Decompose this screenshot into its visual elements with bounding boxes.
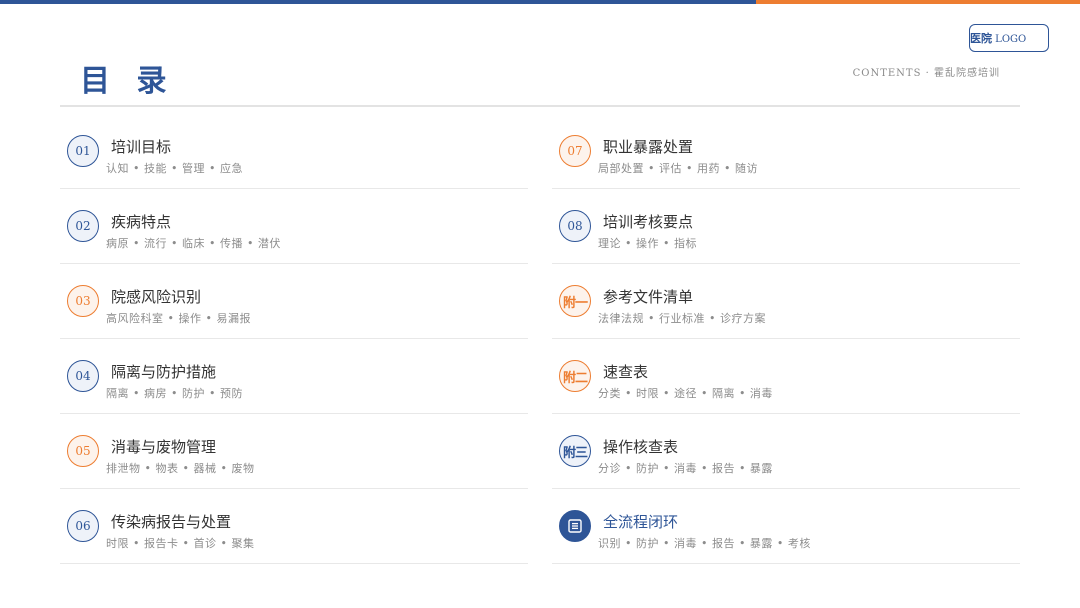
toc-item-07[interactable]: 07 职业暴露处置 局部处置 • 评估 • 用药 • 随访 xyxy=(552,114,1020,189)
top-accent-bar-orange xyxy=(756,0,1080,4)
logo-text: 医院 LOGO xyxy=(970,30,1026,46)
toc-item-06[interactable]: 06 传染病报告与处置 时限 • 报告卡 • 首诊 • 聚集 xyxy=(60,489,528,564)
toc-item-title: 培训目标 xyxy=(111,138,172,156)
toc-item-tags: 隔离 • 病房 • 防护 • 预防 xyxy=(106,387,243,400)
page-subtitle: CONTENTS · 霍乱院感培训 xyxy=(852,68,1000,79)
logo-en: LOGO xyxy=(992,34,1027,45)
toc-number-badge: 附三 xyxy=(559,435,591,467)
toc-item-title: 疾病特点 xyxy=(111,213,172,231)
toc-item-tags: 分诊 • 防护 • 消毒 • 报告 • 暴露 xyxy=(598,462,773,475)
toc-number-badge: 08 xyxy=(559,210,591,242)
toc-number-badge: 04 xyxy=(67,360,99,392)
hospital-logo: 医院 LOGO xyxy=(969,24,1049,52)
toc-item-appendix-1[interactable]: 附一 参考文件清单 法律法规 • 行业标准 • 诊疗方案 xyxy=(552,264,1020,339)
toc-number-badge: 03 xyxy=(67,285,99,317)
toc-item-title: 隔离与防护措施 xyxy=(111,363,217,381)
toc-item-title: 传染病报告与处置 xyxy=(111,513,232,531)
toc-number-badge: 01 xyxy=(67,135,99,167)
toc-item-02[interactable]: 02 疾病特点 病原 • 流行 • 临床 • 传播 • 潜伏 xyxy=(60,189,528,264)
toc-number-badge: 附一 xyxy=(559,285,591,317)
toc-item-tags: 认知 • 技能 • 管理 • 应急 xyxy=(106,162,243,175)
toc-item-title: 参考文件清单 xyxy=(603,288,694,306)
toc-item-04[interactable]: 04 隔离与防护措施 隔离 • 病房 • 防护 • 预防 xyxy=(60,339,528,414)
toc-item-05[interactable]: 05 消毒与废物管理 排泄物 • 物表 • 器械 • 废物 xyxy=(60,414,528,489)
toc-item-title: 培训考核要点 xyxy=(603,213,694,231)
toc-item-03[interactable]: 03 院感风险识别 高风险科室 • 操作 • 易漏报 xyxy=(60,264,528,339)
top-accent-bar-blue xyxy=(0,0,756,4)
toc-item-tags: 排泄物 • 物表 • 器械 • 废物 xyxy=(106,462,255,475)
toc-number-badge: 05 xyxy=(67,435,99,467)
toc-item-title: 消毒与废物管理 xyxy=(111,438,217,456)
toc-item-01[interactable]: 01 培训目标 认知 • 技能 • 管理 • 应急 xyxy=(60,114,528,189)
list-icon xyxy=(559,510,591,542)
toc-item-appendix-2[interactable]: 附二 速查表 分类 • 时限 • 途径 • 隔离 • 消毒 xyxy=(552,339,1020,414)
toc-number-badge: 07 xyxy=(559,135,591,167)
toc-number-badge: 附二 xyxy=(559,360,591,392)
toc-item-title: 速查表 xyxy=(603,363,649,381)
toc-item-08[interactable]: 08 培训考核要点 理论 • 操作 • 指标 xyxy=(552,189,1020,264)
header-divider xyxy=(60,105,1020,107)
toc-item-tags: 理论 • 操作 • 指标 xyxy=(598,237,697,250)
logo-cn: 医院 xyxy=(970,32,992,45)
toc-item-appendix-3[interactable]: 附三 操作核查表 分诊 • 防护 • 消毒 • 报告 • 暴露 xyxy=(552,414,1020,489)
toc-number-badge: 06 xyxy=(67,510,99,542)
toc-item-title: 全流程闭环 xyxy=(603,513,679,531)
toc-item-full-loop[interactable]: 全流程闭环 识别 • 防护 • 消毒 • 报告 • 暴露 • 考核 xyxy=(552,489,1020,564)
toc-item-tags: 时限 • 报告卡 • 首诊 • 聚集 xyxy=(106,537,255,550)
toc-item-tags: 病原 • 流行 • 临床 • 传播 • 潜伏 xyxy=(106,237,281,250)
page-title: 目 录 xyxy=(80,64,175,99)
toc-item-tags: 局部处置 • 评估 • 用药 • 随访 xyxy=(598,162,758,175)
toc-number-badge: 02 xyxy=(67,210,99,242)
toc-item-tags: 分类 • 时限 • 途径 • 隔离 • 消毒 xyxy=(598,387,773,400)
toc-item-tags: 高风险科室 • 操作 • 易漏报 xyxy=(106,312,251,325)
list-icon-glyph xyxy=(568,519,582,533)
toc-item-title: 操作核查表 xyxy=(603,438,679,456)
toc-item-title: 职业暴露处置 xyxy=(603,138,694,156)
toc-item-title: 院感风险识别 xyxy=(111,288,202,306)
toc-item-tags: 法律法规 • 行业标准 • 诊疗方案 xyxy=(598,312,766,325)
toc-item-tags: 识别 • 防护 • 消毒 • 报告 • 暴露 • 考核 xyxy=(598,537,811,550)
